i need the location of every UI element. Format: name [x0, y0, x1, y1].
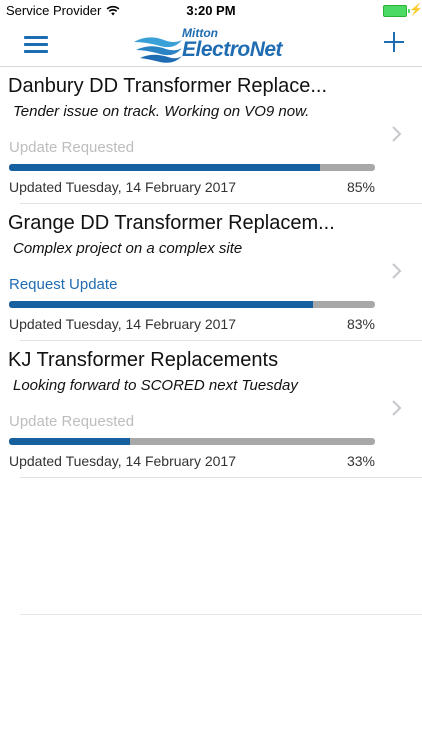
progress-bar-fill [9, 438, 130, 445]
progress-bar [9, 438, 375, 445]
navigation-bar: Mitton ElectroNet [0, 22, 422, 67]
logo-wave-icon [134, 37, 182, 63]
project-list: Danbury DD Transformer Replace... Tender… [0, 67, 422, 478]
updated-date: Updated Tuesday, 14 February 2017 [9, 316, 237, 332]
updated-date: Updated Tuesday, 14 February 2017 [9, 453, 237, 469]
row-divider [20, 477, 422, 478]
hamburger-menu-icon[interactable] [24, 36, 48, 54]
project-note: Looking forward to SCORED next Tuesday [13, 377, 298, 394]
chevron-right-icon[interactable] [390, 125, 404, 143]
chevron-right-icon[interactable] [390, 399, 404, 417]
update-requested-label: Update Requested [9, 139, 135, 156]
progress-bar [9, 164, 375, 171]
chevron-right-icon[interactable] [390, 262, 404, 280]
project-row[interactable]: Grange DD Transformer Replacem... Comple… [0, 204, 422, 341]
status-bar: Service Provider 3:20 PM ⚡ [0, 0, 422, 22]
project-row[interactable]: KJ Transformer Replacements Looking forw… [0, 341, 422, 478]
updated-date: Updated Tuesday, 14 February 2017 [9, 179, 237, 195]
project-title: KJ Transformer Replacements [8, 349, 279, 371]
project-note: Complex project on a complex site [13, 240, 243, 257]
progress-percent: 83% [346, 316, 375, 332]
progress-bar [9, 301, 375, 308]
battery-icon [383, 5, 410, 17]
progress-percent: 85% [346, 179, 375, 195]
progress-percent: 33% [346, 453, 375, 469]
update-requested-label: Update Requested [9, 413, 135, 430]
project-note: Tender issue on track. Working on VO9 no… [13, 103, 310, 120]
logo-title: ElectroNet [182, 38, 283, 61]
progress-bar-fill [9, 301, 313, 308]
empty-row-divider [20, 614, 422, 615]
charging-bolt-icon: ⚡ [409, 4, 422, 16]
request-update-button[interactable]: Request Update [9, 276, 117, 293]
project-title: Grange DD Transformer Replacem... [8, 212, 335, 234]
add-icon[interactable] [383, 31, 405, 53]
project-title: Danbury DD Transformer Replace... [8, 75, 328, 97]
project-row[interactable]: Danbury DD Transformer Replace... Tender… [0, 67, 422, 204]
progress-bar-fill [9, 164, 321, 171]
status-time: 3:20 PM [186, 3, 236, 18]
app-logo: Mitton ElectroNet [134, 26, 294, 64]
